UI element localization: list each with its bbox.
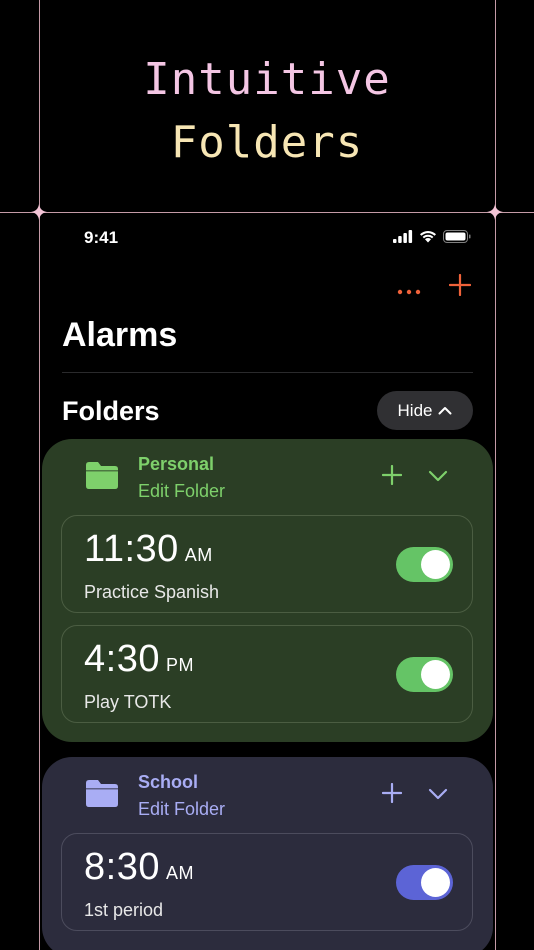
status-icons — [393, 230, 471, 243]
chevron-up-icon — [438, 407, 452, 415]
alarm-ampm: AM — [184, 545, 213, 565]
folder-header: Personal Edit Folder — [42, 439, 493, 515]
battery-icon — [443, 230, 471, 243]
alarm-time: 4:30 — [84, 638, 160, 680]
status-time: 9:41 — [84, 228, 119, 247]
alarm-toggle[interactable] — [396, 657, 453, 692]
toggle-knob — [421, 868, 450, 897]
chevron-down-icon[interactable] — [428, 469, 448, 487]
chevron-down-icon[interactable] — [428, 787, 448, 805]
folder-personal: Personal Edit Folder 11:30 AM Practice Sp… — [42, 439, 493, 742]
alarm-row[interactable]: 8:30 AM 1st period — [61, 833, 473, 931]
hide-button-label: Hide — [397, 400, 433, 420]
folder-name: School — [138, 772, 199, 792]
alarm-ampm: AM — [165, 863, 194, 883]
phone-screen: 9:41 Alarms Folders Hide Personal Edit F… — [40, 212, 495, 950]
edit-folder-link[interactable]: Edit Folder — [138, 799, 225, 820]
alarm-label: Play TOTK — [84, 692, 172, 712]
alarm-label: 1st period — [84, 900, 164, 920]
add-alarm-icon[interactable] — [448, 273, 472, 298]
alarm-row[interactable]: 4:30 PM Play TOTK — [61, 625, 473, 723]
add-to-folder-icon[interactable] — [381, 457, 403, 491]
folders-heading: Folders — [62, 396, 160, 426]
cellular-signal-icon — [393, 230, 413, 243]
more-options-icon[interactable] — [397, 275, 421, 297]
alarm-time: 11:30 — [84, 528, 179, 570]
toggle-knob — [421, 660, 450, 689]
alarm-row[interactable]: 11:30 AM Practice Spanish — [61, 515, 473, 613]
alarm-toggle[interactable] — [396, 547, 453, 582]
alarm-time: 8:30 — [84, 846, 160, 888]
edit-folder-link[interactable]: Edit Folder — [138, 481, 225, 502]
folder-icon — [86, 780, 118, 807]
folder-name: Personal — [138, 454, 215, 474]
alarm-toggle[interactable] — [396, 865, 453, 900]
page-title: Alarms — [62, 316, 178, 354]
wifi-icon — [420, 231, 436, 243]
hide-folders-button[interactable]: Hide — [377, 391, 473, 430]
top-toolbar — [397, 273, 472, 298]
toggle-knob — [421, 550, 450, 579]
folder-header: School Edit Folder — [42, 757, 493, 833]
headline-line-1: Intuitive — [143, 54, 391, 105]
add-to-folder-icon[interactable] — [381, 775, 403, 809]
alarm-label: Practice Spanish — [84, 582, 220, 602]
headline-line-2: Folders — [170, 117, 364, 168]
status-bar: 9:41 — [40, 226, 495, 248]
alarm-ampm: PM — [165, 655, 194, 675]
promo-headline: Intuitive Folders — [0, 48, 534, 174]
folder-school: School Edit Folder 8:30 AM 1st period — [42, 757, 493, 950]
divider — [62, 372, 473, 373]
folder-icon — [86, 462, 118, 489]
